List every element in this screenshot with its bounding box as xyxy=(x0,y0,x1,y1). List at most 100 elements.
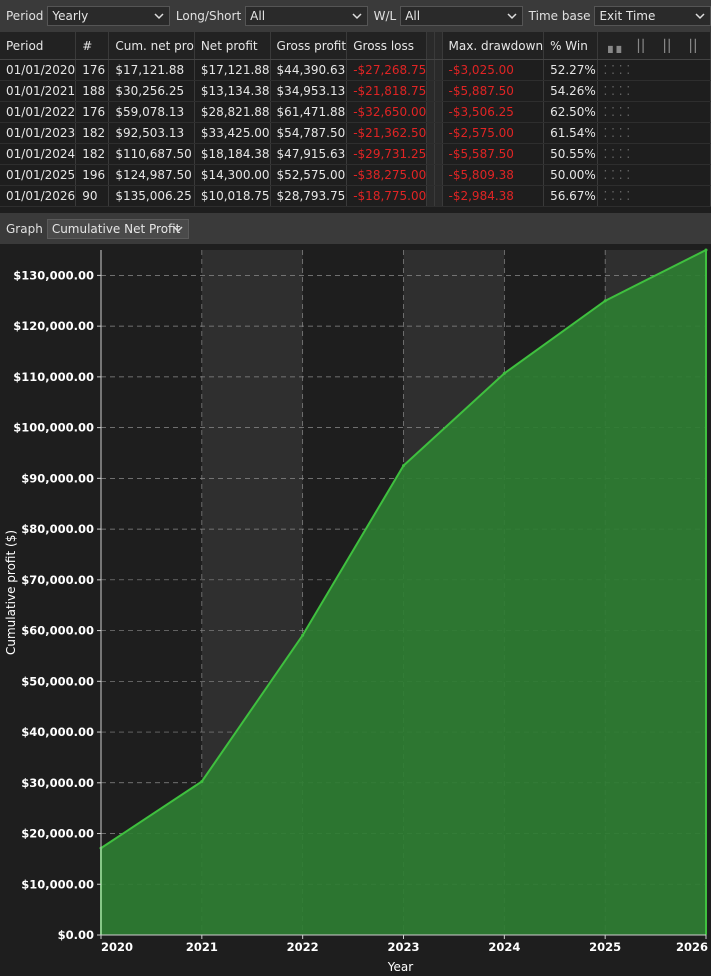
column-header-cum-net-profit[interactable]: Cum. net pro xyxy=(108,32,195,60)
data-point xyxy=(502,371,506,375)
cell-gross-profit: $44,390.63 xyxy=(270,59,348,81)
x-tick-label: 2024 xyxy=(488,940,520,954)
cell-period: 01/01/2021 xyxy=(0,80,77,102)
cell-count: 176 xyxy=(75,101,110,123)
cell-gross-loss: -$32,650.00 xyxy=(346,101,428,123)
period-select[interactable]: Yearly xyxy=(47,6,170,26)
collapsed-cell xyxy=(434,143,443,165)
y-tick-label: $40,000.00 xyxy=(21,725,94,739)
collapsed-cell xyxy=(426,101,435,123)
y-tick-label: $10,000.00 xyxy=(21,877,94,891)
cell-count: 182 xyxy=(75,122,110,144)
chevron-down-icon xyxy=(695,13,705,20)
cell-percent-win: 54.26% xyxy=(543,80,598,102)
graph-bar: Graph Cumulative Net Profit xyxy=(0,213,711,244)
wl-select[interactable]: All xyxy=(400,6,523,26)
column-header-percent-win[interactable]: % Win xyxy=(543,32,598,60)
table-row[interactable]: 01/01/2020 176 $17,121.88 $17,121.88 $44,390… xyxy=(0,59,711,81)
cell-count: 90 xyxy=(75,185,110,207)
y-axis-title: Cumulative profit ($) xyxy=(4,530,18,655)
period-label: Period xyxy=(6,9,44,23)
column-header-collapsed-columns[interactable]: ▗ ▖ ▕ ▏ ▕ ▏ ▕ ▏ xyxy=(597,32,711,60)
timebase-select[interactable]: Exit Time xyxy=(594,6,711,26)
chevron-down-icon xyxy=(154,13,164,20)
cell-cum-net-profit: $124,987.50 xyxy=(108,164,195,186)
collapsed-cell xyxy=(426,143,435,165)
graph-type-value: Cumulative Net Profit xyxy=(51,221,181,236)
collapsed-cell xyxy=(426,122,435,144)
collapsed-cell xyxy=(434,59,443,81)
collapsed-columns-cell: ⁚ ⁚ ⁚ ⁚ xyxy=(597,185,711,207)
column-header-net-profit[interactable]: Net profit xyxy=(194,32,271,60)
collapsed-cell xyxy=(434,122,443,144)
column-header-gross-profit[interactable]: Gross profit xyxy=(270,32,348,60)
filter-bar: Period Yearly Long/Short All W/L All Tim… xyxy=(0,0,711,32)
cell-period: 01/01/2024 xyxy=(0,143,77,165)
data-point xyxy=(402,464,405,468)
column-header-count[interactable]: # xyxy=(75,32,110,60)
cell-max-drawdown: -$5,887.50 xyxy=(442,80,545,102)
table-row[interactable]: 01/01/2023 182 $92,503.13 $33,425.00 $54,787… xyxy=(0,122,711,144)
table-row[interactable]: 01/01/2024 182 $110,687.50 $18,184.38 $47,91… xyxy=(0,143,711,165)
y-tick-label: $80,000.00 xyxy=(21,522,94,536)
cell-gross-loss: -$29,731.25 xyxy=(346,143,428,165)
column-header-collapsed[interactable] xyxy=(434,32,443,60)
data-point xyxy=(704,248,708,252)
x-axis-title: Year xyxy=(387,960,413,974)
cell-max-drawdown: -$5,587.50 xyxy=(442,143,545,165)
graph-type-select[interactable]: Cumulative Net Profit xyxy=(46,218,189,239)
wl-value: All xyxy=(405,9,421,23)
collapsed-cell xyxy=(426,59,435,81)
cell-net-profit: $13,134.38 xyxy=(194,80,271,102)
period-value: Yearly xyxy=(52,9,89,23)
cell-percent-win: 52.27% xyxy=(543,59,598,81)
collapsed-columns-cell: ⁚ ⁚ ⁚ ⁚ xyxy=(597,59,711,81)
cell-net-profit: $10,018.75 xyxy=(194,185,271,207)
cell-gross-profit: $52,575.00 xyxy=(270,164,348,186)
cumulative-profit-chart: $0.00 $10,000.00 $20,000.00 $30,000.00 $40,0… xyxy=(4,248,708,974)
x-tick-label: 2025 xyxy=(589,940,621,954)
cell-percent-win: 61.54% xyxy=(543,122,598,144)
table-row[interactable]: 01/01/2026 90 $135,006.25 $10,018.75 $28,793… xyxy=(0,185,711,207)
table-header-row: Period # Cum. net pro Net profit Gross p… xyxy=(0,32,711,60)
cell-gross-loss: -$21,818.75 xyxy=(346,80,428,102)
y-tick-label: $120,000.00 xyxy=(13,319,94,333)
x-tick-label: 2022 xyxy=(287,940,319,954)
collapsed-columns-cell: ⁚ ⁚ ⁚ ⁚ xyxy=(597,80,711,102)
cell-net-profit: $28,821.88 xyxy=(194,101,271,123)
timebase-label: Time base xyxy=(528,9,591,23)
cell-percent-win: 50.00% xyxy=(543,164,598,186)
column-header-period[interactable]: Period xyxy=(0,32,77,60)
table-row[interactable]: 01/01/2021 188 $30,256.25 $13,134.38 $34,953… xyxy=(0,80,711,102)
x-tick-label: 2023 xyxy=(387,940,419,954)
collapsed-columns-cell: ⁚ ⁚ ⁚ ⁚ xyxy=(597,101,711,123)
cell-period: 01/01/2023 xyxy=(0,122,77,144)
chevron-down-icon xyxy=(352,13,362,20)
data-point xyxy=(603,299,607,303)
column-header-collapsed[interactable] xyxy=(426,32,435,60)
y-tick-label: $20,000.00 xyxy=(21,827,94,841)
collapsed-cell xyxy=(434,185,443,207)
column-header-gross-loss[interactable]: Gross loss xyxy=(346,32,428,60)
x-tick-label: 2020 xyxy=(101,940,133,954)
longshort-select[interactable]: All xyxy=(245,6,368,26)
cell-count: 182 xyxy=(75,143,110,165)
cell-percent-win: 56.67% xyxy=(543,185,598,207)
data-point xyxy=(200,779,204,783)
collapsed-cell xyxy=(434,101,443,123)
x-tick-label: 2026 xyxy=(676,940,708,954)
cell-gross-profit: $34,953.13 xyxy=(270,80,348,102)
y-tick-label: $70,000.00 xyxy=(21,573,94,587)
cell-net-profit: $33,425.00 xyxy=(194,122,271,144)
y-tick-label: $100,000.00 xyxy=(13,421,94,435)
collapsed-cell xyxy=(426,185,435,207)
y-tick-label: $130,000.00 xyxy=(13,268,94,282)
timebase-value: Exit Time xyxy=(599,9,656,23)
cell-net-profit: $18,184.38 xyxy=(194,143,271,165)
table-row[interactable]: 01/01/2025 196 $124,987.50 $14,300.00 $52,57… xyxy=(0,164,711,186)
cell-gross-loss: -$27,268.75 xyxy=(346,59,428,81)
column-header-max-drawdown[interactable]: Max. drawdown xyxy=(442,32,545,60)
cell-percent-win: 62.50% xyxy=(543,101,598,123)
table-row[interactable]: 01/01/2022 176 $59,078.13 $28,821.88 $61,471… xyxy=(0,101,711,123)
performance-table: Period # Cum. net pro Net profit Gross p… xyxy=(0,32,711,208)
